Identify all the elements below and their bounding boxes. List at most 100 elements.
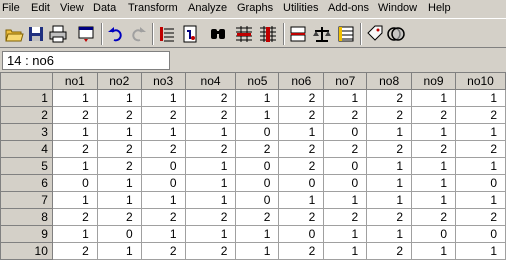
data-cell[interactable]: 2 [51, 208, 98, 226]
corner-cell[interactable] [0, 72, 53, 90]
data-cell[interactable]: 0 [96, 225, 142, 243]
data-cell[interactable]: 1 [140, 225, 186, 243]
column-header-no7[interactable]: no7 [323, 72, 368, 90]
data-cell[interactable]: 1 [455, 157, 506, 175]
data-cell[interactable]: 2 [51, 140, 98, 158]
data-cell[interactable]: 2 [184, 106, 237, 124]
select-cases-icon[interactable] [336, 24, 356, 44]
row-header[interactable]: 7 [0, 191, 53, 209]
data-cell[interactable]: 2 [366, 208, 413, 226]
data-cell[interactable]: 2 [278, 140, 325, 158]
data-cell[interactable]: 1 [96, 89, 142, 107]
data-cell[interactable]: 1 [455, 191, 506, 209]
data-cell[interactable]: 1 [140, 89, 186, 107]
data-cell[interactable]: 2 [278, 89, 325, 107]
row-header[interactable]: 8 [0, 208, 53, 226]
row-header[interactable]: 2 [0, 106, 53, 124]
row-header[interactable]: 5 [0, 157, 53, 175]
data-cell[interactable]: 2 [366, 89, 413, 107]
data-cell[interactable]: 2 [455, 140, 506, 158]
column-header-no2[interactable]: no2 [96, 72, 142, 90]
data-cell[interactable]: 2 [235, 140, 280, 158]
data-cell[interactable]: 1 [51, 123, 98, 141]
data-cell[interactable]: 1 [235, 89, 280, 107]
data-cell[interactable]: 1 [184, 191, 237, 209]
data-cell[interactable]: 1 [184, 225, 237, 243]
data-cell[interactable]: 1 [51, 89, 98, 107]
menu-utilities[interactable]: Utilities [283, 1, 318, 15]
data-cell[interactable]: 2 [366, 140, 413, 158]
data-cell[interactable]: 1 [366, 123, 413, 141]
data-cell[interactable]: 2 [51, 106, 98, 124]
data-cell[interactable]: 2 [323, 208, 368, 226]
data-cell[interactable]: 1 [278, 191, 325, 209]
menu-help[interactable]: Help [428, 1, 451, 15]
data-cell[interactable]: 1 [140, 123, 186, 141]
column-header-no9[interactable]: no9 [411, 72, 456, 90]
data-cell[interactable]: 1 [51, 225, 98, 243]
print-icon[interactable] [48, 24, 68, 44]
data-cell[interactable]: 1 [96, 191, 142, 209]
open-icon[interactable] [4, 24, 24, 44]
data-cell[interactable]: 0 [235, 174, 280, 192]
data-cell[interactable]: 0 [235, 191, 280, 209]
insert-variable-icon[interactable] [258, 24, 278, 44]
data-cell[interactable]: 2 [455, 106, 506, 124]
row-header[interactable]: 6 [0, 174, 53, 192]
data-cell[interactable]: 2 [366, 242, 413, 260]
data-cell[interactable]: 1 [411, 157, 456, 175]
data-cell[interactable]: 2 [411, 140, 456, 158]
data-cell[interactable]: 0 [411, 225, 456, 243]
find-icon[interactable] [208, 24, 228, 44]
row-header[interactable]: 3 [0, 123, 53, 141]
data-cell[interactable]: 1 [366, 225, 413, 243]
data-cell[interactable]: 1 [51, 157, 98, 175]
data-cell[interactable]: 1 [323, 242, 368, 260]
data-cell[interactable]: 0 [323, 123, 368, 141]
save-icon[interactable] [26, 24, 46, 44]
data-cell[interactable]: 1 [366, 157, 413, 175]
menu-data[interactable]: Data [93, 1, 116, 15]
row-header[interactable]: 1 [0, 89, 53, 107]
column-header-no6[interactable]: no6 [278, 72, 325, 90]
data-cell[interactable]: 1 [366, 191, 413, 209]
data-cell[interactable]: 0 [278, 225, 325, 243]
data-cell[interactable]: 2 [278, 106, 325, 124]
data-cell[interactable]: 2 [366, 106, 413, 124]
data-cell[interactable]: 2 [411, 208, 456, 226]
column-header-no8[interactable]: no8 [366, 72, 413, 90]
data-cell[interactable]: 1 [411, 242, 456, 260]
data-cell[interactable]: 2 [51, 242, 98, 260]
data-cell[interactable]: 2 [140, 208, 186, 226]
data-cell[interactable]: 2 [278, 157, 325, 175]
data-cell[interactable]: 1 [323, 89, 368, 107]
data-cell[interactable]: 2 [184, 140, 237, 158]
data-cell[interactable]: 1 [140, 191, 186, 209]
data-cell[interactable]: 2 [96, 106, 142, 124]
data-cell[interactable]: 2 [96, 140, 142, 158]
data-cell[interactable]: 0 [455, 174, 506, 192]
data-cell[interactable]: 0 [235, 157, 280, 175]
menu-window[interactable]: Window [378, 1, 417, 15]
data-cell[interactable]: 1 [411, 174, 456, 192]
insert-cases-icon[interactable] [234, 24, 254, 44]
row-header[interactable]: 9 [0, 225, 53, 243]
data-cell[interactable]: 1 [455, 123, 506, 141]
column-header-no3[interactable]: no3 [140, 72, 186, 90]
dialog-recall-icon[interactable] [76, 24, 96, 44]
undo-icon[interactable] [106, 24, 126, 44]
row-header[interactable]: 10 [0, 242, 53, 260]
data-cell[interactable]: 0 [140, 174, 186, 192]
data-cell[interactable]: 1 [184, 123, 237, 141]
data-cell[interactable]: 2 [235, 208, 280, 226]
column-header-no5[interactable]: no5 [235, 72, 280, 90]
data-cell[interactable]: 1 [323, 225, 368, 243]
data-cell[interactable]: 2 [278, 208, 325, 226]
use-sets-icon[interactable] [386, 24, 406, 44]
data-cell[interactable]: 1 [366, 174, 413, 192]
weight-cases-icon[interactable] [312, 24, 332, 44]
menu-view[interactable]: View [60, 1, 84, 15]
data-cell[interactable]: 1 [411, 89, 456, 107]
goto-case-icon[interactable] [157, 24, 177, 44]
redo-icon[interactable] [128, 24, 148, 44]
